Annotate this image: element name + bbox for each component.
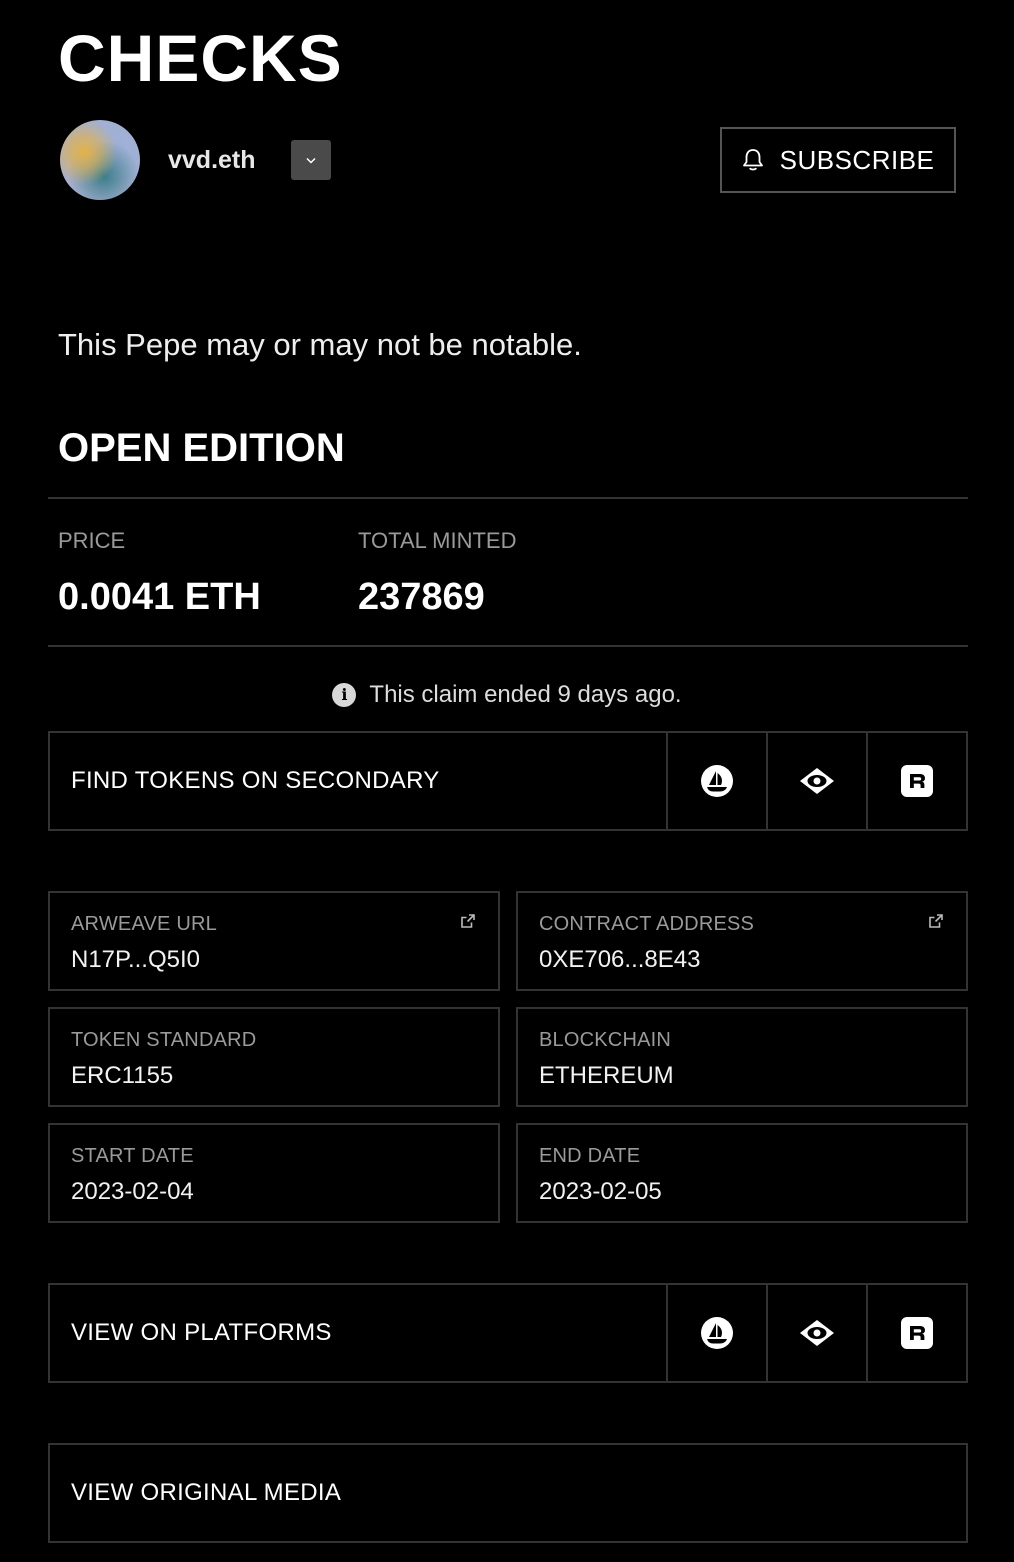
opensea-icon bbox=[701, 765, 733, 797]
edition-title: OPEN EDITION bbox=[58, 426, 345, 470]
arweave-url-label: ARWEAVE URL bbox=[71, 913, 217, 935]
price-label: PRICE bbox=[58, 528, 126, 553]
chevron-down-icon bbox=[306, 157, 316, 164]
external-link-icon[interactable] bbox=[928, 913, 944, 929]
blockchain-value: ETHEREUM bbox=[539, 1062, 674, 1089]
token-description: This Pepe may or may not be notable. bbox=[58, 327, 582, 362]
view-original-media-label: VIEW ORIGINAL MEDIA bbox=[71, 1479, 342, 1506]
start-date-label: START DATE bbox=[71, 1145, 194, 1167]
token-standard-label: TOKEN STANDARD bbox=[71, 1029, 257, 1051]
start-date-value: 2023-02-04 bbox=[71, 1178, 194, 1205]
claim-status: i This claim ended 9 days ago. bbox=[0, 680, 1014, 710]
contract-address-value: 0XE706...8E43 bbox=[539, 946, 701, 973]
rarible-button[interactable] bbox=[866, 1285, 966, 1381]
view-on-platforms-button[interactable]: VIEW ON PLATFORMS bbox=[50, 1285, 666, 1381]
token-standard-value: ERC1155 bbox=[71, 1062, 174, 1089]
info-icon: i bbox=[332, 683, 357, 707]
bell-icon bbox=[742, 149, 763, 171]
creator-dropdown-button[interactable] bbox=[291, 140, 331, 180]
find-tokens-secondary-bar: FIND TOKENS ON SECONDARY bbox=[48, 731, 968, 831]
contract-address-label: CONTRACT ADDRESS bbox=[539, 913, 755, 935]
end-date-value: 2023-02-05 bbox=[539, 1178, 662, 1205]
find-tokens-secondary-button[interactable]: FIND TOKENS ON SECONDARY bbox=[50, 733, 666, 829]
subscribe-button[interactable]: SUBSCRIBE bbox=[720, 127, 956, 193]
avatar[interactable] bbox=[60, 120, 140, 200]
collection-title: CHECKS bbox=[58, 21, 343, 95]
price-value: 0.0041 ETH bbox=[58, 576, 261, 618]
total-minted-value: 237869 bbox=[358, 576, 485, 618]
claim-page: CHECKS vvd.eth SUBSCRIBE This Pepe may o… bbox=[0, 0, 1014, 1562]
looksrare-icon bbox=[800, 768, 834, 794]
rarible-button[interactable] bbox=[866, 733, 966, 829]
arweave-url-card[interactable]: ARWEAVE URL N17P...Q5I0 bbox=[48, 891, 500, 991]
blockchain-card: BLOCKCHAIN ETHEREUM bbox=[516, 1007, 968, 1107]
blockchain-label: BLOCKCHAIN bbox=[539, 1029, 672, 1051]
external-link-icon[interactable] bbox=[460, 913, 476, 929]
start-date-card: START DATE 2023-02-04 bbox=[48, 1123, 500, 1223]
looksrare-icon bbox=[800, 1320, 834, 1346]
looksrare-button[interactable] bbox=[766, 1285, 866, 1381]
looksrare-button[interactable] bbox=[766, 733, 866, 829]
view-original-media-button[interactable]: VIEW ORIGINAL MEDIA bbox=[48, 1443, 968, 1543]
opensea-button[interactable] bbox=[666, 733, 766, 829]
divider bbox=[48, 645, 968, 647]
opensea-icon bbox=[701, 1317, 733, 1349]
view-on-platforms-bar: VIEW ON PLATFORMS bbox=[48, 1283, 968, 1383]
subscribe-label: SUBSCRIBE bbox=[779, 144, 935, 175]
total-minted-label: TOTAL MINTED bbox=[358, 528, 517, 553]
arweave-url-value: N17P...Q5I0 bbox=[71, 946, 200, 973]
claim-status-text: This claim ended 9 days ago. bbox=[369, 681, 682, 708]
creator-username[interactable]: vvd.eth bbox=[168, 144, 256, 176]
rarible-icon bbox=[901, 765, 933, 797]
rarible-icon bbox=[901, 1317, 933, 1349]
contract-address-card[interactable]: CONTRACT ADDRESS 0XE706...8E43 bbox=[516, 891, 968, 991]
divider bbox=[48, 497, 968, 499]
end-date-card: END DATE 2023-02-05 bbox=[516, 1123, 968, 1223]
token-standard-card: TOKEN STANDARD ERC1155 bbox=[48, 1007, 500, 1107]
opensea-button[interactable] bbox=[666, 1285, 766, 1381]
end-date-label: END DATE bbox=[539, 1145, 641, 1167]
